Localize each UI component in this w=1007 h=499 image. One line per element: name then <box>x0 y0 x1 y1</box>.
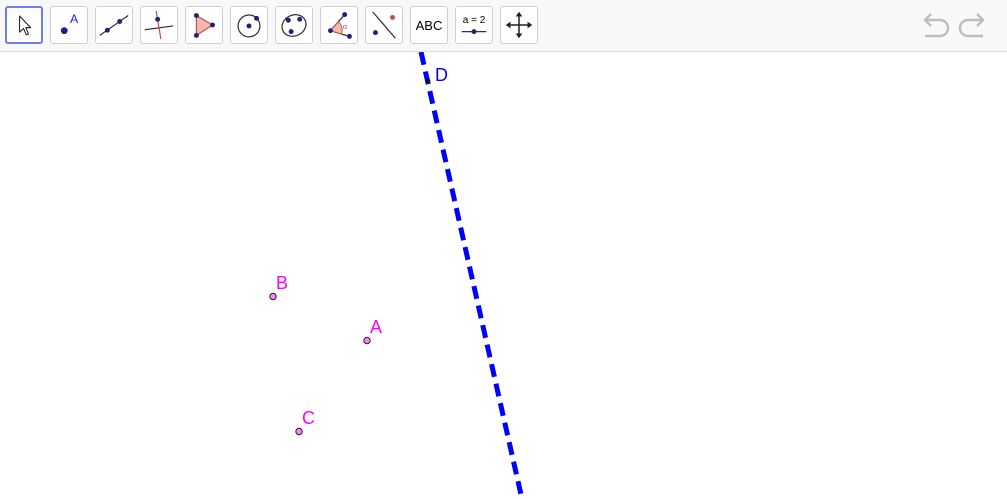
point-d-label: D <box>435 65 448 85</box>
arrow-cursor-icon <box>18 15 32 36</box>
polygon-icon <box>193 13 215 38</box>
text-tool-label: ABC <box>415 17 443 33</box>
reflect-tool-button[interactable] <box>365 6 403 44</box>
point-a[interactable] <box>363 336 371 345</box>
move-tool-button[interactable] <box>5 6 43 44</box>
graphics-view[interactable]: D B A C <box>0 52 1007 499</box>
graphics-canvas[interactable] <box>0 52 1007 499</box>
point-b[interactable] <box>269 292 277 301</box>
point-c[interactable] <box>295 427 303 436</box>
angle-icon: α <box>328 12 352 39</box>
circle-tool-button[interactable] <box>230 6 268 44</box>
slider-tool-button[interactable]: a = 2 <box>455 6 493 44</box>
redo-icon <box>958 13 985 38</box>
point-c-label: C <box>302 408 315 428</box>
polygon-tool-button[interactable] <box>185 6 223 44</box>
line-tool-button[interactable] <box>95 6 133 44</box>
toolbar: A α ABC a = 2 <box>0 0 1007 52</box>
ellipse-icon <box>281 14 307 37</box>
point-b-label: B <box>276 273 289 293</box>
redo-button[interactable] <box>956 10 990 42</box>
reflect-about-line-icon <box>372 11 396 39</box>
move-graphics-view-tool-button[interactable] <box>500 6 538 44</box>
point-icon: A <box>60 12 79 35</box>
move-arrows-icon <box>505 11 533 39</box>
slider-icon <box>461 29 487 35</box>
undo-button[interactable] <box>918 10 952 42</box>
conic-tool-button[interactable] <box>275 6 313 44</box>
point-d[interactable] <box>425 78 431 84</box>
point-tool-label: A <box>70 12 79 26</box>
text-tool-button[interactable]: ABC <box>410 6 448 44</box>
undo-icon <box>923 13 950 38</box>
geogebra-app: A α ABC a = 2 D B A C <box>0 0 1007 499</box>
angle-tool-label: α <box>343 22 348 31</box>
line-through-d[interactable] <box>418 52 525 499</box>
angle-tool-button[interactable]: α <box>320 6 358 44</box>
point-tool-button[interactable]: A <box>50 6 88 44</box>
line-through-points-icon <box>99 15 129 36</box>
perpendicular-line-tool-button[interactable] <box>140 6 178 44</box>
perpendicular-line-icon <box>144 10 174 40</box>
circle-center-point-icon <box>237 14 261 38</box>
point-a-label: A <box>370 317 383 337</box>
